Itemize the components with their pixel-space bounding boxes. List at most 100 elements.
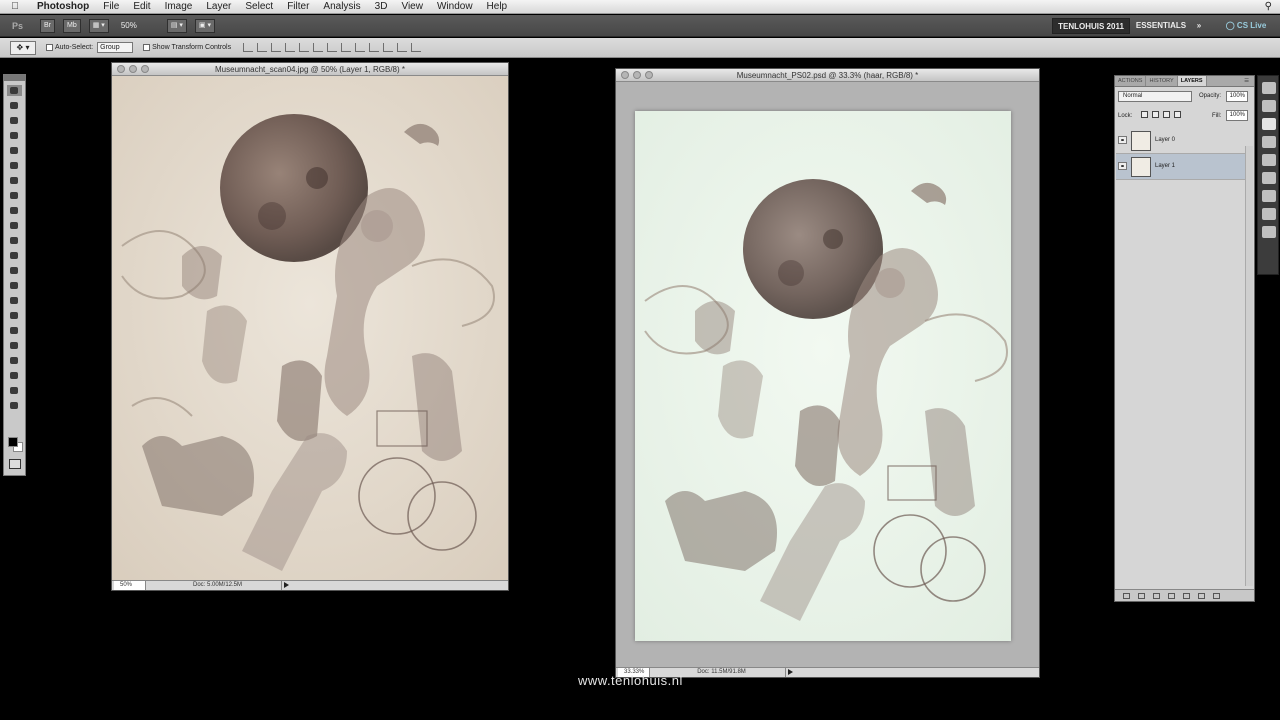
lock-position-icon[interactable] (1163, 111, 1170, 118)
lasso-tool-icon[interactable] (7, 115, 22, 126)
align-left-icon[interactable] (285, 43, 296, 52)
doc-size-info[interactable]: Doc: 5.00M/12.5M (154, 581, 282, 590)
lock-transparent-icon[interactable] (1141, 111, 1148, 118)
align-vcenter-icon[interactable] (257, 43, 268, 52)
crop-tool-icon[interactable] (7, 145, 22, 156)
navigator-panel-icon[interactable] (1262, 82, 1276, 94)
distribute-right-icon[interactable] (397, 43, 408, 52)
menu-select[interactable]: Select (238, 0, 280, 14)
shape-tool-icon[interactable] (7, 340, 22, 351)
minimize-window-button[interactable] (129, 65, 137, 73)
minimize-window-button[interactable] (633, 71, 641, 79)
apple-icon[interactable]:  (0, 1, 30, 12)
workspace-essentials[interactable]: ESSENTIALS (1134, 18, 1188, 34)
marquee-tool-icon[interactable] (7, 100, 22, 111)
adjustment-layer-icon[interactable] (1168, 592, 1175, 599)
tab-layers[interactable]: LAYERS (1177, 76, 1207, 86)
align-bottom-icon[interactable] (271, 43, 282, 52)
pen-tool-icon[interactable] (7, 295, 22, 306)
zoom-level-select[interactable]: 50% (121, 21, 159, 30)
transform-panel-icon[interactable] (1262, 172, 1276, 184)
status-menu-arrow-icon[interactable] (284, 582, 289, 588)
align-right-icon[interactable] (313, 43, 324, 52)
history-brush-tool-icon[interactable] (7, 220, 22, 231)
close-window-button[interactable] (117, 65, 125, 73)
move-tool-icon[interactable] (7, 85, 22, 96)
workspace-tenlohuis-2011[interactable]: TENLOHUIS 2011 (1052, 18, 1130, 34)
auto-select-checkbox[interactable]: Auto-Select: (46, 44, 93, 51)
doc-zoom-field[interactable]: 50% (114, 581, 146, 590)
tab-history[interactable]: HISTORY (1146, 76, 1178, 86)
zoom-window-button[interactable] (141, 65, 149, 73)
channels-panel-icon[interactable] (1262, 136, 1276, 148)
status-menu-arrow-icon[interactable] (788, 669, 793, 675)
layer-row-layer-0[interactable]: Layer 0 (1116, 128, 1245, 154)
add-mask-icon[interactable] (1153, 592, 1160, 599)
type-tool-icon[interactable] (7, 310, 22, 321)
launch-mini-bridge-button[interactable]: Mb (63, 18, 81, 33)
panel-menu-icon[interactable]: ☰ (1239, 76, 1254, 86)
menu-view[interactable]: View (394, 0, 430, 14)
3d-panel-icon[interactable] (1262, 190, 1276, 202)
menu-edit[interactable]: Edit (126, 0, 157, 14)
zoom-window-button[interactable] (645, 71, 653, 79)
quick-mask-icon[interactable] (9, 459, 21, 469)
align-top-icon[interactable] (243, 43, 254, 52)
brush-tool-icon[interactable] (7, 190, 22, 201)
distribute-bottom-icon[interactable] (355, 43, 366, 52)
dodge-tool-icon[interactable] (7, 280, 22, 291)
spotlight-search-icon[interactable]: ⚲ (1265, 0, 1272, 14)
menu-image[interactable]: Image (158, 0, 200, 14)
auto-select-target-select[interactable]: Group (97, 42, 134, 53)
lock-all-icon[interactable] (1174, 111, 1181, 118)
show-transform-controls-checkbox[interactable]: Show Transform Controls (143, 44, 231, 51)
cs-live-button[interactable]: ◯ CS Live (1218, 18, 1274, 34)
tab-actions[interactable]: ACTIONS (1115, 76, 1147, 86)
distribute-vcenter-icon[interactable] (341, 43, 352, 52)
auto-select-box[interactable] (46, 44, 53, 51)
distribute-top-icon[interactable] (327, 43, 338, 52)
menu-help[interactable]: Help (480, 0, 515, 14)
opacity-field[interactable]: 100% (1226, 91, 1248, 102)
layers-scrollbar[interactable] (1245, 146, 1253, 586)
menu-window[interactable]: Window (430, 0, 480, 14)
document-titlebar[interactable]: Museumnacht_PS02.psd @ 33.3% (haar, RGB/… (616, 69, 1039, 82)
document-window-psd[interactable]: Museumnacht_PS02.psd @ 33.3% (haar, RGB/… (615, 68, 1040, 678)
layer-visibility-eye-icon[interactable] (1118, 162, 1127, 170)
layer-row-layer-1[interactable]: Layer 1 (1116, 154, 1245, 180)
adjustments-panel-icon[interactable] (1262, 100, 1276, 112)
3d-rotate-tool-icon[interactable] (7, 355, 22, 366)
document-canvas[interactable] (112, 76, 508, 582)
auto-align-icon[interactable] (411, 43, 422, 52)
eyedropper-tool-icon[interactable] (7, 160, 22, 171)
layer-style-icon[interactable] (1138, 592, 1145, 599)
fill-field[interactable]: 100% (1226, 110, 1248, 121)
layers-panel-icon[interactable] (1262, 118, 1276, 130)
new-layer-icon[interactable] (1198, 592, 1205, 599)
blur-tool-icon[interactable] (7, 265, 22, 276)
healing-brush-tool-icon[interactable] (7, 175, 22, 186)
3d-orbit-tool-icon[interactable] (7, 370, 22, 381)
eraser-tool-icon[interactable] (7, 235, 22, 246)
lock-pixels-icon[interactable] (1152, 111, 1159, 118)
path-selection-tool-icon[interactable] (7, 325, 22, 336)
align-hcenter-icon[interactable] (299, 43, 310, 52)
zoom-tool-icon[interactable] (7, 400, 22, 411)
menu-layer[interactable]: Layer (199, 0, 238, 14)
foreground-color-swatch[interactable] (8, 437, 18, 447)
arrange-documents-button[interactable]: ▤ ▾ (166, 18, 187, 33)
clone-stamp-tool-icon[interactable] (7, 205, 22, 216)
character-panel-icon[interactable] (1262, 208, 1276, 220)
quick-selection-tool-icon[interactable] (7, 130, 22, 141)
menu-filter[interactable]: Filter (280, 0, 316, 14)
blend-mode-select[interactable]: Normal (1118, 91, 1192, 102)
new-group-icon[interactable] (1183, 592, 1190, 599)
workspace-more-button[interactable]: » (1192, 18, 1206, 34)
tool-preset-picker[interactable]: ✥ ▾ (10, 40, 36, 55)
delete-layer-icon[interactable] (1213, 592, 1220, 599)
launch-bridge-button[interactable]: Br (40, 18, 55, 33)
hand-tool-icon[interactable] (7, 385, 22, 396)
menu-app-name[interactable]: Photoshop (30, 0, 96, 14)
document-window-scan[interactable]: Museumnacht_scan04.jpg @ 50% (Layer 1, R… (111, 62, 509, 591)
view-extras-button[interactable]: ▦ ▾ (88, 18, 109, 33)
